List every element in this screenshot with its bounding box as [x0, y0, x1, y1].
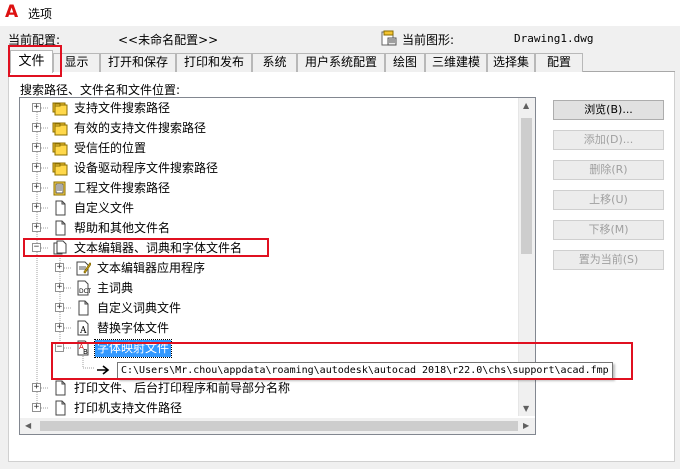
svg-text:DCT: DCT: [79, 288, 91, 295]
remove-button[interactable]: 删除(R): [553, 160, 664, 180]
tree-vertical-scroll-thumb[interactable]: [521, 118, 532, 254]
tree-item-main-dictionary[interactable]: + DCT 主词典: [20, 278, 520, 298]
tree-item-printer-support-path[interactable]: + 打印机支持文件路径: [20, 398, 520, 418]
autocad-logo-icon: A: [5, 2, 19, 22]
document-icon: [55, 220, 66, 236]
document-icon: [55, 380, 66, 396]
tree-item-print-spooler-prolog[interactable]: + 打印文件、后台打印程序和前导部分名称: [20, 378, 520, 398]
expand-icon[interactable]: +: [55, 283, 64, 292]
font-file-icon: A: [77, 320, 89, 336]
tree-item-label: 主词典: [97, 281, 134, 295]
tree-item-effective-support-path[interactable]: + 有效的支持文件搜索路径: [20, 118, 520, 138]
expand-icon[interactable]: +: [32, 203, 41, 212]
tree-item-label: 文本编辑器、词典和字体文件名: [74, 241, 243, 255]
tree-item-label: 帮助和其他文件名: [74, 221, 171, 235]
tab-3d-modeling[interactable]: 三维建模: [425, 53, 487, 72]
tree-item-label: 文本编辑器应用程序: [97, 261, 206, 275]
title-bar: A 选项: [0, 0, 680, 26]
tree-item-label-selected: 字体映射文件: [93, 339, 173, 358]
tab-plot-publish[interactable]: 打印和发布: [176, 53, 252, 72]
expand-icon[interactable]: +: [32, 383, 41, 392]
collapse-icon[interactable]: −: [32, 243, 41, 252]
browse-button[interactable]: 浏览(B)...: [553, 100, 664, 120]
tree-item-label: 设备驱动程序文件搜索路径: [74, 161, 219, 175]
tab-user-preferences[interactable]: 用户系统配置: [297, 53, 385, 72]
document-icon: [78, 300, 89, 316]
folder-stack-icon: [52, 162, 68, 176]
tree-item-alternate-font[interactable]: + A 替换字体文件: [20, 318, 520, 338]
tree-item-support-search-path[interactable]: + 支持文件搜索路径: [20, 98, 520, 118]
file-tree-view[interactable]: + 支持文件搜索路径 + 有效的支持文件搜索路径 + 受信任的位置 + 设备驱动…: [19, 97, 536, 435]
tree-item-label: 自定义词典文件: [97, 301, 182, 315]
expand-icon[interactable]: +: [32, 143, 41, 152]
svg-text:B: B: [83, 348, 88, 356]
document-stack-icon: [53, 240, 67, 255]
folder-stack-icon: [52, 122, 68, 136]
document-icon: [55, 400, 66, 416]
scroll-down-arrow-icon[interactable]: ▼: [523, 404, 529, 414]
expand-icon[interactable]: +: [32, 223, 41, 232]
scroll-up-arrow-icon[interactable]: ▲: [523, 101, 529, 111]
tab-drafting[interactable]: 绘图: [385, 53, 425, 72]
font-map-path-tooltip[interactable]: C:\Users\Mr.chou\appdata\roaming\autodes…: [117, 362, 613, 379]
tree-item-text-editor-dictionary-font[interactable]: − 文本编辑器、词典和字体文件名: [20, 238, 520, 258]
drawing-file-icon: [381, 30, 397, 46]
tree-item-label: 打印机支持文件路径: [74, 401, 183, 415]
tab-profiles[interactable]: 配置: [535, 53, 583, 72]
tree-item-label: 受信任的位置: [74, 141, 147, 155]
tree-item-font-mapping[interactable]: − AB 字体映射文件: [20, 338, 520, 358]
move-up-button[interactable]: 上移(U): [553, 190, 664, 210]
expand-icon[interactable]: +: [32, 163, 41, 172]
tree-item-custom-dictionary[interactable]: + 自定义词典文件: [20, 298, 520, 318]
folder-stack-icon: [52, 142, 68, 156]
tree-item-label: 替换字体文件: [97, 321, 170, 335]
tree-caption: 搜索路径、文件名和文件位置:: [20, 83, 181, 97]
tree-item-text-editor-app[interactable]: + 文本编辑器应用程序: [20, 258, 520, 278]
tree-item-label: 自定义文件: [74, 201, 135, 215]
text-editor-icon: [76, 261, 91, 276]
expand-icon[interactable]: +: [55, 323, 64, 332]
folder-stack-icon: [52, 102, 68, 116]
font-map-icon: AB: [77, 340, 89, 356]
project-folder-icon: [53, 181, 66, 196]
current-profile-label: 当前配置:: [8, 33, 61, 47]
tab-files[interactable]: 文件: [10, 50, 53, 73]
tab-display[interactable]: 显示: [53, 53, 100, 72]
tree-item-label: 支持文件搜索路径: [74, 101, 171, 115]
scroll-right-arrow-icon[interactable]: ▶: [523, 421, 529, 431]
expand-icon[interactable]: +: [55, 263, 64, 272]
tree-item-label: 有效的支持文件搜索路径: [74, 121, 207, 135]
tree-item-trusted-locations[interactable]: + 受信任的位置: [20, 138, 520, 158]
tree-item-label: 工程文件搜索路径: [74, 181, 171, 195]
tab-selection[interactable]: 选择集: [487, 53, 535, 72]
document-icon: [55, 200, 66, 216]
scroll-left-arrow-icon[interactable]: ◀: [25, 421, 31, 431]
tab-strip: 文件 显示 打开和保存 打印和发布 系统 用户系统配置 绘图 三维建模 选择集 …: [8, 50, 675, 73]
tab-system[interactable]: 系统: [252, 53, 297, 72]
tree-item-device-driver-path[interactable]: + 设备驱动程序文件搜索路径: [20, 158, 520, 178]
tree-item-customization-files[interactable]: + 自定义文件: [20, 198, 520, 218]
move-down-button[interactable]: 下移(M): [553, 220, 664, 240]
current-profile-value: <<未命名配置>>: [118, 33, 219, 47]
expand-icon[interactable]: +: [55, 303, 64, 312]
expand-icon[interactable]: +: [32, 103, 41, 112]
window-title: 选项: [28, 7, 53, 21]
path-arrow-icon: [97, 365, 110, 375]
expand-icon[interactable]: +: [32, 403, 41, 412]
dictionary-icon: DCT: [77, 280, 91, 296]
expand-icon[interactable]: +: [32, 183, 41, 192]
tree-item-label: 打印文件、后台打印程序和前导部分名称: [74, 381, 291, 395]
tree-item-help-misc-files[interactable]: + 帮助和其他文件名: [20, 218, 520, 238]
collapse-icon[interactable]: −: [55, 343, 64, 352]
tab-open-save[interactable]: 打开和保存: [100, 53, 176, 72]
add-button[interactable]: 添加(D)...: [553, 130, 664, 150]
svg-text:A: A: [79, 326, 87, 336]
current-drawing-value: Drawing1.dwg: [514, 32, 594, 45]
current-drawing-label: 当前图形:: [402, 33, 455, 47]
expand-icon[interactable]: +: [32, 123, 41, 132]
tree-item-project-search-path[interactable]: + 工程文件搜索路径: [20, 178, 520, 198]
tree-horizontal-scroll-thumb[interactable]: [40, 421, 518, 431]
set-current-button[interactable]: 置为当前(S): [553, 250, 664, 270]
